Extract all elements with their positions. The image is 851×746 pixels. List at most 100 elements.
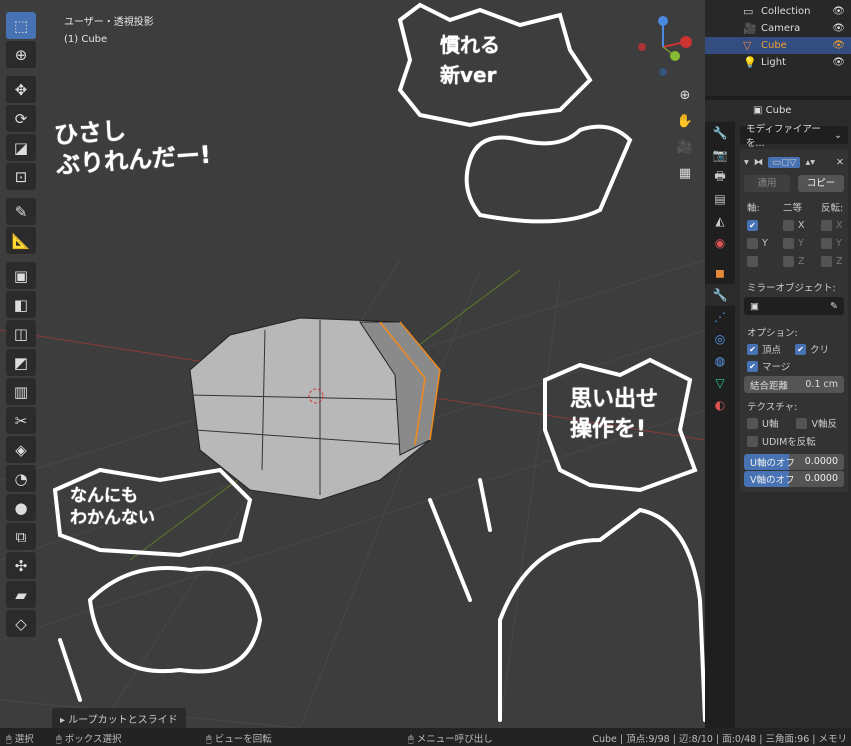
- bevel-tool-icon[interactable]: ◩: [6, 349, 36, 376]
- smooth-tool-icon[interactable]: ●: [6, 494, 36, 521]
- clip-checkbox[interactable]: ✔ クリ: [795, 342, 829, 356]
- last-operator-panel[interactable]: ▸ ループカットとスライド: [52, 708, 186, 728]
- copy-button[interactable]: コピー: [798, 175, 844, 192]
- add-modifier-dropdown[interactable]: モディファイアー を... ⌄: [740, 124, 848, 149]
- flip-y-checkbox[interactable]: Y: [821, 236, 851, 250]
- light-icon: 💡: [743, 56, 757, 69]
- visibility-eye-icon[interactable]: 👁: [832, 40, 845, 51]
- scene-grid: [0, 2, 705, 728]
- flip-label: 反転:: [821, 203, 844, 214]
- output-tab-icon[interactable]: 🖶: [705, 166, 735, 188]
- outliner-item-light[interactable]: 💡 Light 👁: [705, 54, 851, 71]
- select-box-tool-icon[interactable]: ⬚: [6, 12, 36, 39]
- particles-tab-icon[interactable]: ⋰: [705, 306, 735, 328]
- doodle-text-4: 思い出せ 操作を!: [570, 387, 659, 442]
- bisect-z-checkbox[interactable]: Z: [783, 254, 821, 268]
- shear-tool-icon[interactable]: ▰: [6, 581, 36, 608]
- properties-tabs: 🔧 📷 🖶 ▤ ◭ ◉ ◼ 🔧 ⋰ ◎ ◍ ▽ ◐: [705, 122, 735, 728]
- view-name: ユーザー・透視投影: [64, 17, 154, 28]
- bisect-x-checkbox[interactable]: X: [783, 218, 821, 232]
- mirror-modifier-icon: ⧓: [753, 156, 764, 168]
- mirror-modifier-panel: ▾ ⧓ ▭◻▽ ▴▾ ✕ 適用 コピー 軸: 二等 反転: ✔ X X Y Y Y Z …: [740, 149, 848, 492]
- edge-slide-tool-icon[interactable]: ⧉: [6, 523, 36, 550]
- eyedropper-icon[interactable]: ✎: [830, 301, 838, 312]
- flip-z-checkbox[interactable]: Z: [821, 254, 851, 268]
- doodle-text-3: なんにも わかんない: [70, 486, 155, 528]
- flip-x-checkbox[interactable]: X: [821, 218, 851, 232]
- perspective-grid-icon[interactable]: ▦: [674, 162, 696, 184]
- constraints-tab-icon[interactable]: ◍: [705, 350, 735, 372]
- merge-checkbox[interactable]: ✔ マージ: [747, 359, 790, 373]
- display-toggles[interactable]: ▭◻▽: [768, 156, 801, 168]
- object-icon: ▣: [753, 104, 766, 116]
- texture-label: テクスチャ:: [747, 402, 798, 413]
- visibility-eye-icon[interactable]: 👁: [832, 6, 845, 17]
- scale-tool-icon[interactable]: ◪: [6, 134, 36, 161]
- extrude-tool-icon[interactable]: ◧: [6, 291, 36, 318]
- knife-tool-icon[interactable]: ✂: [6, 407, 36, 434]
- cube-mesh: [189, 317, 441, 501]
- navigation-gizmo[interactable]: [630, 14, 696, 80]
- poly-build-tool-icon[interactable]: ◈: [6, 436, 36, 463]
- data-tab-icon[interactable]: ▽: [705, 372, 735, 394]
- 3d-viewport[interactable]: ユーザー・透視投影 (1) Cube ⬚ ⊕ ✥ ⟳ ◪ ⊡ ✎ 📐 ▣ ◧ ◫ ◩ ▥ ✂ ◈ ◔ ● ⧉ ✣ ▰ ◇…: [0, 0, 705, 728]
- outliner-item-label: Light: [761, 57, 786, 68]
- scene-stats: Cube | 頂点:9/98 | 辺:8/10 | 面:0/48 | 三角面:9…: [592, 734, 847, 745]
- axis-y-checkbox[interactable]: Y: [747, 236, 783, 250]
- rotate-tool-icon[interactable]: ⟳: [6, 105, 36, 132]
- axis-z-checkbox[interactable]: [747, 254, 783, 268]
- axis-x-checkbox[interactable]: ✔: [747, 218, 783, 232]
- move-tool-icon[interactable]: ✥: [6, 76, 36, 103]
- transform-tool-icon[interactable]: ⊡: [6, 163, 36, 190]
- loop-cut-tool-icon[interactable]: ▥: [6, 378, 36, 405]
- camera-view-icon[interactable]: 🎥: [674, 136, 696, 158]
- tool-tab-icon[interactable]: 🔧: [705, 122, 735, 144]
- u-offset-slider[interactable]: U軸のオフ 0.0000: [744, 453, 844, 470]
- bisect-y-checkbox[interactable]: Y: [783, 236, 821, 250]
- material-tab-icon[interactable]: ◐: [705, 394, 735, 416]
- remove-modifier-icon[interactable]: ✕: [836, 157, 844, 168]
- collapse-arrow-icon[interactable]: ▾: [744, 157, 749, 168]
- visibility-eye-icon[interactable]: 👁: [832, 57, 845, 68]
- status-box-select: 🖱 ボックス選択: [56, 734, 122, 745]
- vertex-checkbox[interactable]: ✔ 頂点: [747, 342, 781, 356]
- add-cube-tool-icon[interactable]: ▣: [6, 262, 36, 289]
- object-tab-icon[interactable]: ◼: [705, 262, 735, 284]
- mirror-udim-checkbox[interactable]: UDIMを反転: [747, 434, 816, 448]
- outliner-item-label: Cube: [761, 40, 787, 51]
- world-tab-icon[interactable]: ◉: [705, 232, 735, 254]
- properties-editor: ▣ Cube 🔧 📷 🖶 ▤ ◭ ◉ ◼ 🔧 ⋰ ◎ ◍ ▽ ◐ モディファイア…: [705, 100, 851, 728]
- annotate-tool-icon[interactable]: ✎: [6, 198, 36, 225]
- v-offset-slider[interactable]: V軸のオフ 0.0000: [744, 470, 844, 487]
- merge-distance-field[interactable]: 結合距離 0.1 cm: [744, 376, 844, 393]
- outliner-item-collection[interactable]: ▭ Collection 👁: [705, 3, 851, 20]
- doodle-text-2: 慣れる 新ver: [440, 33, 500, 87]
- measure-tool-icon[interactable]: 📐: [6, 227, 36, 254]
- outliner-item-camera[interactable]: 🎥 Camera 👁: [705, 20, 851, 37]
- modifier-header: ▾ ⧓ ▭◻▽ ▴▾ ✕: [744, 153, 844, 171]
- outliner-item-label: Camera: [761, 23, 801, 34]
- move-modifier-icon[interactable]: ▴▾: [805, 157, 815, 168]
- collection-icon: ▭: [743, 5, 754, 18]
- physics-tab-icon[interactable]: ◎: [705, 328, 735, 350]
- mirror-v-checkbox[interactable]: V軸反: [796, 416, 837, 430]
- inset-tool-icon[interactable]: ◫: [6, 320, 36, 347]
- rip-tool-icon[interactable]: ◇: [6, 610, 36, 637]
- visibility-eye-icon[interactable]: 👁: [832, 23, 845, 34]
- last-operator-label: ループカットとスライド: [68, 715, 178, 726]
- shrink-tool-icon[interactable]: ✣: [6, 552, 36, 579]
- viewport-info: ユーザー・透視投影 (1) Cube: [64, 14, 154, 48]
- spin-tool-icon[interactable]: ◔: [6, 465, 36, 492]
- mirror-u-checkbox[interactable]: U軸: [747, 416, 778, 430]
- zoom-view-icon[interactable]: ⊕: [674, 84, 696, 106]
- properties-header: ▣ Cube: [705, 100, 851, 120]
- cursor-tool-icon[interactable]: ⊕: [6, 41, 36, 68]
- mirror-object-field[interactable]: ▣ ✎: [744, 297, 844, 315]
- scene-tab-icon[interactable]: ◭: [705, 210, 735, 232]
- outliner-item-cube[interactable]: ▽ Cube 👁: [705, 37, 851, 54]
- render-tab-icon[interactable]: 📷: [705, 144, 735, 166]
- pan-hand-icon[interactable]: ✋: [674, 110, 696, 132]
- modifier-tab-icon[interactable]: 🔧: [705, 284, 735, 306]
- apply-button[interactable]: 適用: [744, 175, 790, 192]
- view-layer-tab-icon[interactable]: ▤: [705, 188, 735, 210]
